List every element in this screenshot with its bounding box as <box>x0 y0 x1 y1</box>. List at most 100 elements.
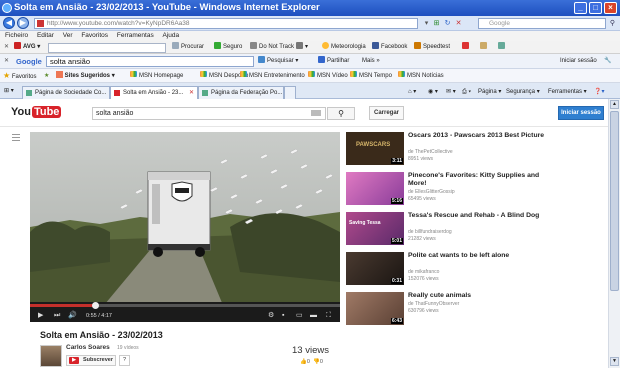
related-thumbnail[interactable]: PAWSCARS 3:11 <box>346 132 404 165</box>
related-title[interactable]: Polite cat wants to be left alone <box>408 252 558 260</box>
browser-search-input[interactable]: Google <box>478 18 606 29</box>
google-more-button[interactable]: Mais » <box>362 56 380 67</box>
youtube-logo[interactable]: You Tube <box>11 106 62 118</box>
fav-msn-noticias[interactable]: MSN Notícias <box>398 69 444 83</box>
address-input[interactable]: http://www.youtube.com/watch?v=KyNpDR6Aa… <box>34 18 418 29</box>
related-video[interactable]: 0:31 Polite cat wants to be left alone d… <box>346 252 596 286</box>
refresh-icon[interactable]: ↻ <box>443 19 452 28</box>
menu-help[interactable]: Ajuda <box>163 32 180 39</box>
google-search-button[interactable]: Pesquisar ▾ <box>258 56 298 67</box>
avg-safe-button[interactable]: Seguro <box>214 42 242 53</box>
scroll-down-icon[interactable]: ▼ <box>610 357 619 366</box>
compatibility-icon[interactable]: ⊞ <box>432 19 441 28</box>
maximize-button[interactable]: □ <box>589 2 602 14</box>
page-scrollbar[interactable]: ▲ ▼ <box>608 99 620 368</box>
small-player-icon[interactable]: ▭ <box>296 311 303 320</box>
youtube-search-input[interactable]: solta ansião <box>92 107 326 120</box>
avg-extra-icon-2[interactable] <box>480 42 489 53</box>
menu-view[interactable]: Ver <box>63 32 73 39</box>
related-video[interactable]: 6:43 Really cute animals de ThatFunnyObs… <box>346 292 596 326</box>
minimize-button[interactable]: _ <box>574 2 587 14</box>
channel-video-count[interactable]: 19 vídeos <box>117 345 139 351</box>
fav-msn-tempo[interactable]: MSN Tempo <box>350 69 392 83</box>
google-signin-button[interactable]: Iniciar sessão <box>560 56 597 67</box>
related-video[interactable]: 5:16 Pinecone's Favorites: Kitty Supplie… <box>346 172 596 206</box>
scrubber-handle[interactable] <box>92 302 100 309</box>
settings-gear-icon[interactable]: ⚙ <box>268 311 274 320</box>
related-title[interactable]: Tessa's Rescue and Rehab - A Blind Dog <box>408 212 558 220</box>
related-thumbnail[interactable]: 0:31 <box>346 252 404 285</box>
scroll-up-icon[interactable]: ▲ <box>610 100 619 109</box>
avg-speedtest-button[interactable]: Speedtest <box>414 42 450 53</box>
video-player[interactable] <box>30 132 340 322</box>
suggested-sites-button[interactable]: Sites Sugeridos ▾ <box>56 69 115 83</box>
wrench-icon[interactable]: 🔧 <box>604 56 611 67</box>
menu-file[interactable]: Ficheiro <box>5 32 28 39</box>
close-button[interactable]: × <box>604 2 617 14</box>
fav-msn-video[interactable]: MSN Vídeo <box>308 69 348 83</box>
new-tab-button[interactable] <box>284 86 296 99</box>
avg-facebook-button[interactable]: Facebook <box>372 42 407 53</box>
menu-tools[interactable]: Ferramentas <box>117 32 154 39</box>
youtube-search-button[interactable]: ⚲ <box>327 107 355 120</box>
thumbs-up-icon[interactable]: 👍 <box>300 359 307 365</box>
channel-name[interactable]: Carlos Soares <box>66 344 110 351</box>
tab-close-icon[interactable]: ✕ <box>189 87 194 99</box>
progress-bar[interactable] <box>30 302 340 309</box>
related-thumbnail[interactable]: 6:43 <box>346 292 404 325</box>
stop-icon[interactable]: ✕ <box>454 19 463 28</box>
avg-weather-button[interactable]: Meteorologia <box>322 42 366 53</box>
toolbar-close-icon[interactable]: ✕ <box>4 56 9 67</box>
feeds-icon[interactable]: ◉ ▾ <box>428 87 438 97</box>
favorites-button[interactable]: ★ Favoritos <box>3 69 37 84</box>
related-title[interactable]: Really cute animals <box>408 292 558 300</box>
related-video[interactable]: PAWSCARS 3:11 Oscars 2013 - Pawscars 201… <box>346 132 596 166</box>
related-thumbnail[interactable]: Saving Tessa 5:01 <box>346 212 404 245</box>
avg-dnt-button[interactable]: Do Not Track <box>250 42 294 53</box>
tab-sociedade[interactable]: Página de Sociedade Co... <box>22 86 110 99</box>
large-player-icon[interactable]: ▬ <box>310 311 317 320</box>
tab-youtube[interactable]: Solta em Ansião - 23... ✕ <box>110 86 198 100</box>
tools-menu[interactable]: Ferramentas ▾ <box>548 87 587 97</box>
search-icon[interactable]: ⚲ <box>608 19 617 28</box>
avg-search-input[interactable] <box>48 43 166 53</box>
safety-menu[interactable]: Segurança ▾ <box>506 87 540 97</box>
avg-extra-icon-1[interactable] <box>462 42 471 53</box>
help-icon[interactable]: ❓▾ <box>594 87 604 97</box>
play-icon[interactable]: ▶ <box>38 311 43 320</box>
toolbar-close-icon[interactable]: ✕ <box>4 42 9 53</box>
hd-icon[interactable]: ▪ <box>282 311 284 320</box>
guide-menu-icon[interactable] <box>12 134 20 142</box>
avg-page-icon[interactable]: ▾ <box>296 42 308 53</box>
avg-search-button[interactable]: Procurar <box>172 42 204 53</box>
scroll-thumb[interactable] <box>610 111 619 291</box>
google-brand[interactable]: Google <box>16 56 42 67</box>
youtube-signin-button[interactable]: Iniciar sessão <box>558 106 604 120</box>
subscribe-button[interactable]: ▶ Subscrever <box>66 355 116 366</box>
home-icon[interactable]: ⌂ ▾ <box>408 87 416 97</box>
related-title[interactable]: Pinecone's Favorites: Kitty Supplies and… <box>408 172 558 188</box>
thumbs-down-icon[interactable]: 👎 <box>313 359 320 365</box>
channel-avatar[interactable] <box>40 345 62 367</box>
menu-edit[interactable]: Editar <box>37 32 54 39</box>
fav-msn-homepage[interactable]: MSN Homepage <box>130 69 183 83</box>
tab-federacao[interactable]: Página da Federação Po... <box>198 86 284 99</box>
fullscreen-icon[interactable]: ⛶ <box>326 311 331 320</box>
related-title[interactable]: Oscars 2013 - Pawscars 2013 Best Picture <box>408 132 558 140</box>
keyboard-icon[interactable] <box>311 110 321 116</box>
back-icon[interactable]: ◀ <box>3 17 15 29</box>
related-thumbnail[interactable]: 5:16 <box>346 172 404 205</box>
add-favorite-icon[interactable]: ★ <box>44 69 49 83</box>
quick-tabs-icon[interactable]: ⊞ ▾ <box>4 86 14 96</box>
forward-icon[interactable]: ▶ <box>17 17 29 29</box>
page-menu[interactable]: Página ▾ <box>478 87 501 97</box>
avg-extra-icon-3[interactable] <box>498 42 507 53</box>
google-share-button[interactable]: Partilhar <box>318 56 349 67</box>
related-video[interactable]: Saving Tessa 5:01 Tessa's Rescue and Reh… <box>346 212 596 246</box>
mail-icon[interactable]: ✉ ▾ <box>446 87 456 97</box>
next-icon[interactable]: ⏭ <box>54 311 60 320</box>
google-search-input[interactable]: solta ansião <box>46 56 254 67</box>
volume-icon[interactable]: 🔊 <box>68 311 77 320</box>
avg-brand[interactable]: AVG ▾ <box>14 42 40 53</box>
fav-msn-entretenimento[interactable]: MSN Entretenimento <box>240 69 305 83</box>
